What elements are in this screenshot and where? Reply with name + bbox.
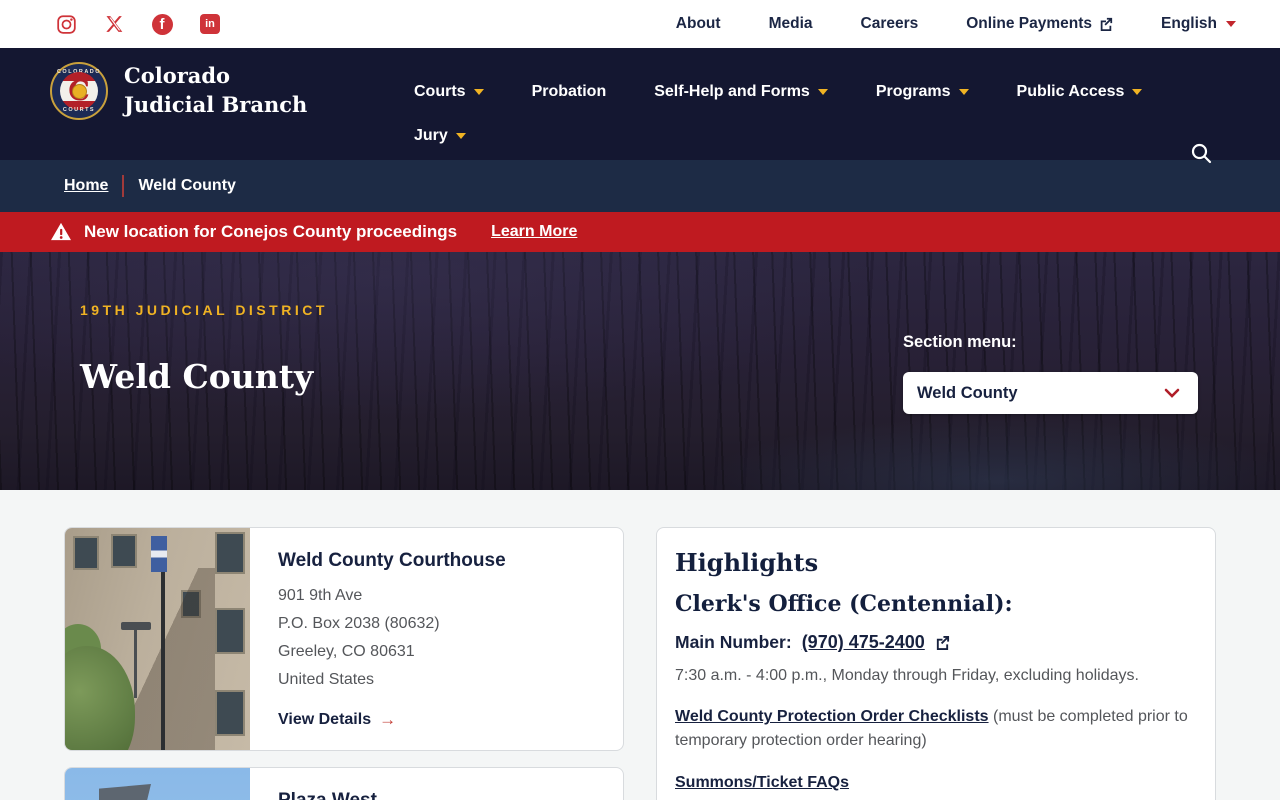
main-number-phone-link[interactable]: (970) 475-2400: [802, 632, 925, 653]
alert-learn-more-link[interactable]: Learn More: [491, 223, 577, 241]
nav-item-probation[interactable]: Probation: [532, 83, 607, 101]
chevron-down-icon: [818, 89, 828, 95]
external-link-icon: [935, 635, 950, 650]
card-body: Weld County Courthouse 901 9th Ave P.O. …: [250, 528, 534, 750]
arrow-right-icon: →: [379, 710, 396, 730]
top-links: About Media Careers Online Payments Engl…: [676, 15, 1236, 33]
address-line-1: 901 9th Ave: [278, 582, 506, 610]
top-link-media[interactable]: Media: [769, 15, 813, 33]
nav-item-courts[interactable]: Courts: [414, 83, 484, 101]
highlights-title: Highlights: [675, 548, 1197, 577]
nav-row-1: Courts Probation Self-Help and Forms Pro…: [414, 70, 1054, 114]
breadcrumb-home-link[interactable]: Home: [64, 177, 108, 195]
address-line-4: United States: [278, 666, 506, 694]
section-menu-value: Weld County: [917, 384, 1018, 403]
breadcrumb: Home Weld County: [0, 160, 1280, 212]
page-title: Weld County: [80, 357, 313, 396]
view-details-label: View Details: [278, 711, 371, 729]
nav-item-self-help-and-forms[interactable]: Self-Help and Forms: [654, 83, 828, 101]
card-body: Plaza West: [250, 768, 405, 800]
nav-item-label: Probation: [532, 83, 607, 101]
nav-item-label: Courts: [414, 83, 466, 101]
district-eyebrow: 19TH JUDICIAL DISTRICT: [80, 302, 328, 318]
location-card-title: Plaza West: [278, 790, 377, 800]
nav-menu: Courts Probation Self-Help and Forms Pro…: [414, 70, 1054, 158]
locations-column: Weld County Courthouse 901 9th Ave P.O. …: [64, 527, 624, 800]
top-link-online-payments[interactable]: Online Payments: [966, 15, 1113, 33]
nav-item-programs[interactable]: Programs: [876, 83, 969, 101]
chevron-down-icon: [959, 89, 969, 95]
nav-item-label: Programs: [876, 83, 951, 101]
language-label: English: [1161, 15, 1217, 33]
clerks-office-heading: Clerk's Office (Centennial):: [675, 591, 1197, 617]
linkedin-glyph: in: [200, 14, 220, 34]
address-line-3: Greeley, CO 80631: [278, 638, 506, 666]
main-number-row: Main Number: (970) 475-2400: [675, 632, 1197, 653]
chevron-down-icon: [1226, 21, 1236, 27]
address-line-2: P.O. Box 2038 (80632): [278, 610, 506, 638]
highlights-panel: Highlights Clerk's Office (Centennial): …: [656, 527, 1216, 800]
instagram-icon[interactable]: [55, 13, 77, 35]
breadcrumb-current: Weld County: [138, 177, 235, 195]
location-card-weld-county-courthouse: Weld County Courthouse 901 9th Ave P.O. …: [64, 527, 624, 751]
colorado-courts-seal-logo: COLORADO C COURTS: [50, 62, 108, 120]
seal-inner: C: [60, 72, 98, 110]
warning-icon: [50, 222, 72, 242]
nav-item-public-access[interactable]: Public Access: [1017, 83, 1143, 101]
chevron-down-icon: [1164, 388, 1180, 398]
hero-banner: 19TH JUDICIAL DISTRICT Weld County Secti…: [0, 252, 1280, 490]
seal-bottom-text: COURTS: [52, 107, 106, 113]
summons-ticket-faqs-link[interactable]: Summons/Ticket FAQs: [675, 774, 849, 791]
external-link-icon: [1099, 17, 1113, 31]
nav-item-label: Jury: [414, 127, 448, 145]
top-link-about[interactable]: About: [676, 15, 721, 33]
breadcrumb-divider: [122, 175, 124, 197]
plaza-west-photo: [65, 768, 250, 800]
protection-order-checklists-link[interactable]: Weld County Protection Order Checklists: [675, 708, 989, 725]
brand-home-link[interactable]: COLORADO C COURTS Colorado Judicial Bran…: [50, 62, 324, 120]
top-utility-bar: f in About Media Careers Online Payments…: [0, 0, 1280, 48]
main-number-label: Main Number:: [675, 632, 792, 653]
protection-order-paragraph: Weld County Protection Order Checklists …: [675, 705, 1197, 753]
section-menu-label: Section menu:: [903, 333, 1017, 352]
alert-message: New location for Conejos County proceedi…: [84, 222, 457, 242]
nav-row-2: Jury: [414, 114, 1054, 158]
office-hours: 7:30 a.m. - 4:00 p.m., Monday through Fr…: [675, 667, 1197, 685]
chevron-down-icon: [456, 133, 466, 139]
brand-title: Colorado Judicial Branch: [124, 62, 324, 120]
x-twitter-icon[interactable]: [103, 13, 125, 35]
section-menu-dropdown[interactable]: Weld County: [903, 372, 1198, 414]
location-card-plaza-west: Plaza West: [64, 767, 624, 800]
summons-paragraph: Summons/Ticket FAQs: [675, 771, 1197, 795]
view-details-link[interactable]: View Details →: [278, 710, 506, 730]
search-icon[interactable]: [1190, 142, 1212, 164]
alert-banner: New location for Conejos County proceedi…: [0, 212, 1280, 252]
linkedin-icon[interactable]: in: [199, 13, 221, 35]
online-payments-label: Online Payments: [966, 15, 1092, 33]
chevron-down-icon: [474, 89, 484, 95]
courthouse-photo: [65, 528, 250, 750]
nav-item-jury[interactable]: Jury: [414, 127, 466, 145]
location-card-title: Weld County Courthouse: [278, 550, 506, 572]
nav-item-label: Self-Help and Forms: [654, 83, 810, 101]
top-link-careers[interactable]: Careers: [861, 15, 919, 33]
facebook-glyph: f: [152, 14, 173, 35]
language-selector[interactable]: English: [1161, 15, 1236, 33]
main-content: Weld County Courthouse 901 9th Ave P.O. …: [0, 490, 1280, 800]
social-icons: f in: [55, 13, 221, 35]
seal-gold-center: [72, 84, 87, 99]
facebook-icon[interactable]: f: [151, 13, 173, 35]
nav-item-label: Public Access: [1017, 83, 1125, 101]
chevron-down-icon: [1132, 89, 1142, 95]
main-navigation: COLORADO C COURTS Colorado Judicial Bran…: [0, 48, 1280, 160]
